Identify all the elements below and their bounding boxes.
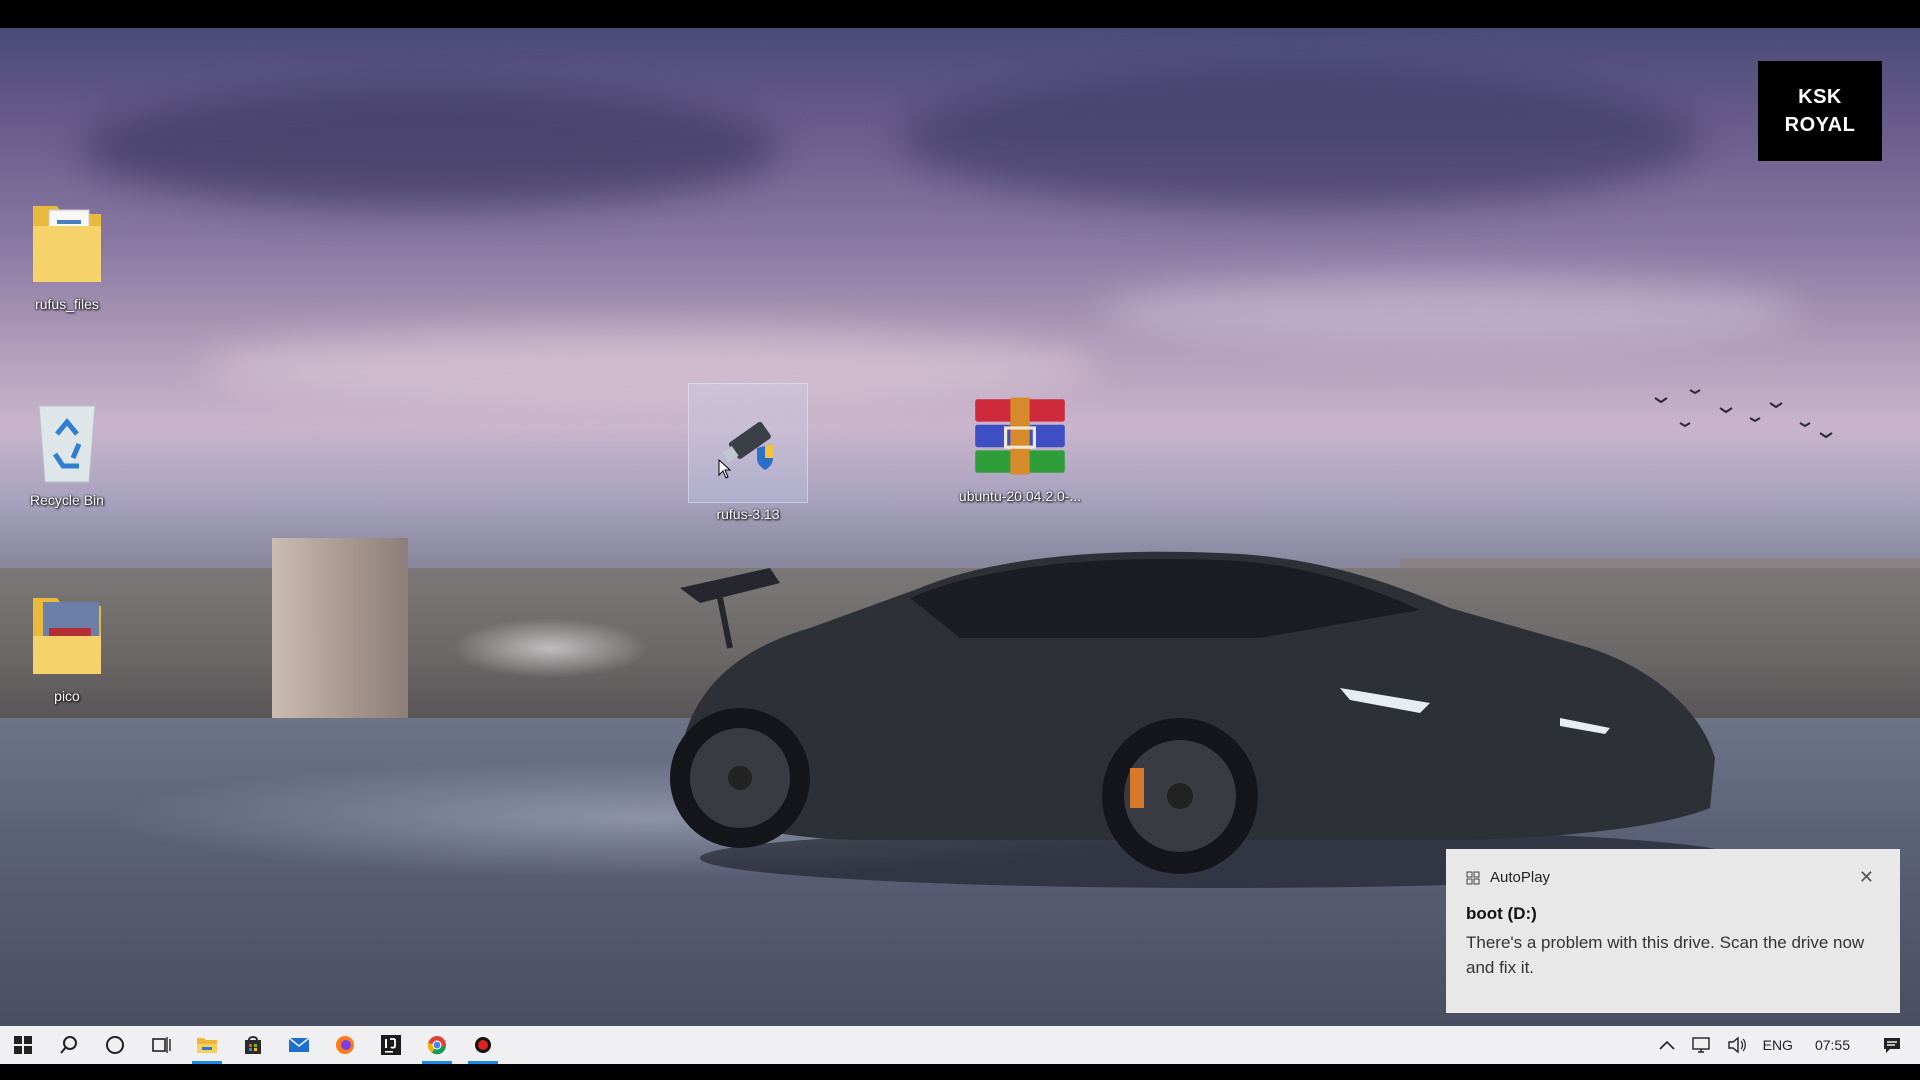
taskbar-store[interactable] bbox=[230, 1026, 276, 1064]
cortana-icon bbox=[106, 1036, 124, 1054]
desktop-icon-pico[interactable]: pico bbox=[7, 588, 127, 704]
taskbar-chrome[interactable] bbox=[414, 1026, 460, 1064]
top-black-bar bbox=[0, 0, 1920, 28]
intellij-icon bbox=[381, 1035, 401, 1055]
notification-title[interactable]: boot (D:) bbox=[1466, 904, 1880, 924]
search-icon bbox=[60, 1036, 77, 1054]
desktop-icon-ubuntu-archive[interactable]: ubuntu-20.04.2.0-... bbox=[958, 388, 1082, 504]
icon-label: ubuntu-20.04.2.0-... bbox=[958, 488, 1082, 504]
icon-label: rufus-3.13 bbox=[716, 506, 780, 522]
winrar-archive-icon bbox=[972, 388, 1068, 484]
show-hidden-icons-button[interactable] bbox=[1651, 1026, 1683, 1064]
logo-line-2: ROYAL bbox=[1784, 114, 1856, 136]
network-button[interactable] bbox=[1683, 1026, 1719, 1064]
record-icon bbox=[475, 1037, 491, 1053]
autoplay-icon bbox=[1466, 871, 1480, 884]
notification-icon bbox=[1884, 1038, 1900, 1053]
bottom-black-bar bbox=[0, 1064, 1920, 1080]
recycle-bin-icon bbox=[19, 392, 115, 488]
task-view-button[interactable] bbox=[138, 1026, 184, 1064]
store-icon bbox=[245, 1036, 261, 1054]
taskbar-intellij[interactable] bbox=[368, 1026, 414, 1064]
folder-icon bbox=[19, 196, 115, 292]
taskbar-mail[interactable] bbox=[276, 1026, 322, 1064]
icon-label: pico bbox=[54, 688, 80, 704]
chevron-up-icon bbox=[1659, 1040, 1675, 1050]
folder-icon bbox=[19, 588, 115, 684]
language-indicator[interactable]: ENG bbox=[1755, 1026, 1801, 1064]
firefox-icon bbox=[336, 1036, 354, 1054]
desktop-icon-rufus[interactable]: rufus-3.13 bbox=[688, 383, 808, 522]
icon-label: rufus_files bbox=[35, 296, 99, 312]
taskbar-recorder[interactable] bbox=[460, 1026, 506, 1064]
chrome-icon bbox=[427, 1036, 446, 1055]
birds bbox=[1654, 389, 1833, 439]
notification-header: AutoPlay bbox=[1466, 869, 1880, 886]
taskbar-file-explorer[interactable] bbox=[184, 1026, 230, 1064]
network-icon bbox=[1691, 1037, 1710, 1053]
notification-message[interactable]: There's a problem with this drive. Scan … bbox=[1466, 930, 1880, 980]
speaker-icon bbox=[1727, 1036, 1746, 1054]
search-button[interactable] bbox=[46, 1026, 92, 1064]
cortana-button[interactable] bbox=[92, 1026, 138, 1064]
action-center-button[interactable] bbox=[1864, 1026, 1920, 1064]
mail-icon bbox=[288, 1037, 310, 1052]
ksk-royal-logo: KSK ROYAL bbox=[1758, 61, 1882, 161]
icon-label: Recycle Bin bbox=[30, 492, 104, 508]
system-tray: ENG 07:55 bbox=[1651, 1026, 1920, 1064]
desktop-icon-recycle-bin[interactable]: Recycle Bin bbox=[7, 392, 127, 508]
taskbar: ENG 07:55 bbox=[0, 1026, 1920, 1064]
start-button[interactable] bbox=[0, 1026, 46, 1064]
volume-button[interactable] bbox=[1719, 1026, 1755, 1064]
car-image bbox=[670, 551, 1730, 888]
logo-line-1: KSK bbox=[1798, 86, 1842, 108]
file-explorer-icon bbox=[197, 1038, 217, 1053]
desktop-icon-rufus-files[interactable]: rufus_files bbox=[7, 196, 127, 312]
clock[interactable]: 07:55 bbox=[1801, 1026, 1864, 1064]
taskbar-firefox[interactable] bbox=[322, 1026, 368, 1064]
mouse-cursor bbox=[718, 459, 732, 479]
windows-start-icon bbox=[14, 1036, 32, 1054]
task-view-icon bbox=[152, 1037, 171, 1053]
usb-drive-icon bbox=[688, 383, 808, 503]
close-icon[interactable]: ✕ bbox=[1859, 867, 1874, 888]
notification-app-name: AutoPlay bbox=[1490, 869, 1551, 886]
autoplay-notification[interactable]: AutoPlay ✕ boot (D:) There's a problem w… bbox=[1446, 849, 1900, 1013]
